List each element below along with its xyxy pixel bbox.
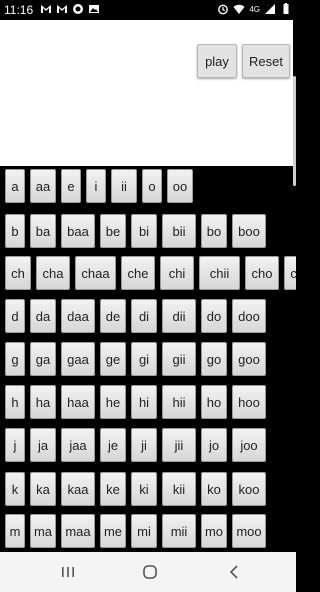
syllable-button[interactable]: ko xyxy=(201,472,227,506)
syllable-button[interactable]: bi xyxy=(131,214,157,248)
syllable-button[interactable]: che xyxy=(121,256,155,290)
syllable-button[interactable]: joo xyxy=(232,428,266,462)
syllable-button[interactable]: jii xyxy=(162,428,196,462)
syllable-button[interactable]: m xyxy=(5,514,25,548)
syllable-button[interactable]: chaa xyxy=(75,256,116,290)
syllable-button[interactable]: di xyxy=(131,299,157,333)
app-icon xyxy=(73,4,83,14)
syllable-button[interactable]: ka xyxy=(30,472,56,506)
home-icon[interactable] xyxy=(138,562,162,582)
syllable-button[interactable]: koo xyxy=(232,472,266,506)
syllable-button[interactable]: daa xyxy=(61,299,95,333)
syllable-button[interactable]: bo xyxy=(201,214,227,248)
syllable-button[interactable]: jo xyxy=(201,428,227,462)
image-icon xyxy=(89,5,99,13)
syllable-button[interactable]: choo xyxy=(284,256,296,290)
navigation-bar xyxy=(0,552,296,592)
syllable-button[interactable]: da xyxy=(30,299,56,333)
syllable-button[interactable]: dii xyxy=(162,299,196,333)
syllable-button[interactable]: hoo xyxy=(232,385,266,419)
syllable-button[interactable]: d xyxy=(5,299,25,333)
syllable-button[interactable]: e xyxy=(61,169,81,203)
syllable-button[interactable]: ha xyxy=(30,385,56,419)
syllable-button[interactable]: b xyxy=(5,214,25,248)
battery-icon xyxy=(283,3,289,14)
syllable-button[interactable]: ba xyxy=(30,214,56,248)
back-icon[interactable] xyxy=(222,562,246,582)
syllable-button[interactable]: h xyxy=(5,385,25,419)
syllable-button[interactable]: hi xyxy=(131,385,157,419)
syllable-grid: a aa e i ii o oo b ba baa be bi bii bo boo ch cha chaa che… xyxy=(0,166,296,552)
wifi-icon xyxy=(233,4,245,14)
syllable-button[interactable]: cha xyxy=(36,256,70,290)
recent-apps-icon[interactable] xyxy=(56,562,80,582)
syllable-button[interactable]: mo xyxy=(201,514,227,548)
syllable-button[interactable]: haa xyxy=(61,385,95,419)
syllable-button[interactable]: me xyxy=(100,514,126,548)
syllable-button[interactable]: go xyxy=(201,342,227,376)
signal-icon xyxy=(265,4,275,14)
syllable-button[interactable]: goo xyxy=(232,342,266,376)
gmail-icon xyxy=(41,5,51,13)
status-time: 11:16 xyxy=(4,3,34,17)
syllable-button[interactable]: moo xyxy=(232,514,266,548)
drawing-area[interactable]: play Reset xyxy=(0,20,293,166)
syllable-button[interactable]: a xyxy=(5,169,25,203)
syllable-button[interactable]: ho xyxy=(201,385,227,419)
syllable-button[interactable]: o xyxy=(142,169,162,203)
syllable-button[interactable]: doo xyxy=(232,299,266,333)
syllable-button[interactable]: oo xyxy=(167,169,193,203)
syllable-button[interactable]: kii xyxy=(162,472,196,506)
syllable-button[interactable]: ma xyxy=(30,514,56,548)
syllable-button[interactable]: bii xyxy=(162,214,196,248)
syllable-button[interactable]: ke xyxy=(100,472,126,506)
syllable-button[interactable]: hii xyxy=(162,385,196,419)
syllable-button[interactable]: cho xyxy=(245,256,279,290)
gmail-icon xyxy=(57,5,67,13)
play-button[interactable]: play xyxy=(197,44,237,78)
syllable-button[interactable]: ki xyxy=(131,472,157,506)
syllable-button[interactable]: gi xyxy=(131,342,157,376)
syllable-button[interactable]: ga xyxy=(30,342,56,376)
syllable-button[interactable]: be xyxy=(100,214,126,248)
syllable-button[interactable]: chi xyxy=(160,256,194,290)
syllable-button[interactable]: ii xyxy=(111,169,137,203)
syllable-button[interactable]: he xyxy=(100,385,126,419)
notification-icons xyxy=(40,3,100,15)
syllable-button[interactable]: de xyxy=(100,299,126,333)
syllable-button[interactable]: mii xyxy=(162,514,196,548)
syllable-button[interactable]: ji xyxy=(131,428,157,462)
network-type: 4G xyxy=(249,4,260,14)
syllable-button[interactable]: aa xyxy=(30,169,56,203)
syllable-button[interactable]: k xyxy=(5,472,25,506)
syllable-button[interactable]: mi xyxy=(131,514,157,548)
syllable-button[interactable]: boo xyxy=(232,214,266,248)
syllable-button[interactable]: g xyxy=(5,342,25,376)
status-bar: 11:16 4G xyxy=(0,0,296,20)
syllable-button[interactable]: do xyxy=(201,299,227,333)
syllable-button[interactable]: j xyxy=(5,428,25,462)
syllable-button[interactable]: je xyxy=(100,428,126,462)
system-icons: 4G xyxy=(217,3,292,15)
reset-button[interactable]: Reset xyxy=(242,44,290,78)
syllable-button[interactable]: kaa xyxy=(61,472,95,506)
syllable-button[interactable]: gii xyxy=(162,342,196,376)
syllable-button[interactable]: jaa xyxy=(61,428,95,462)
syllable-button[interactable]: ch xyxy=(5,256,31,290)
syllable-button[interactable]: gaa xyxy=(61,342,95,376)
alarm-icon xyxy=(218,4,229,15)
syllable-button[interactable]: baa xyxy=(61,214,95,248)
syllable-button[interactable]: i xyxy=(86,169,106,203)
syllable-button[interactable]: maa xyxy=(61,514,95,548)
syllable-button[interactable]: ja xyxy=(30,428,56,462)
syllable-button[interactable]: ge xyxy=(100,342,126,376)
syllable-button[interactable]: chii xyxy=(199,256,240,290)
